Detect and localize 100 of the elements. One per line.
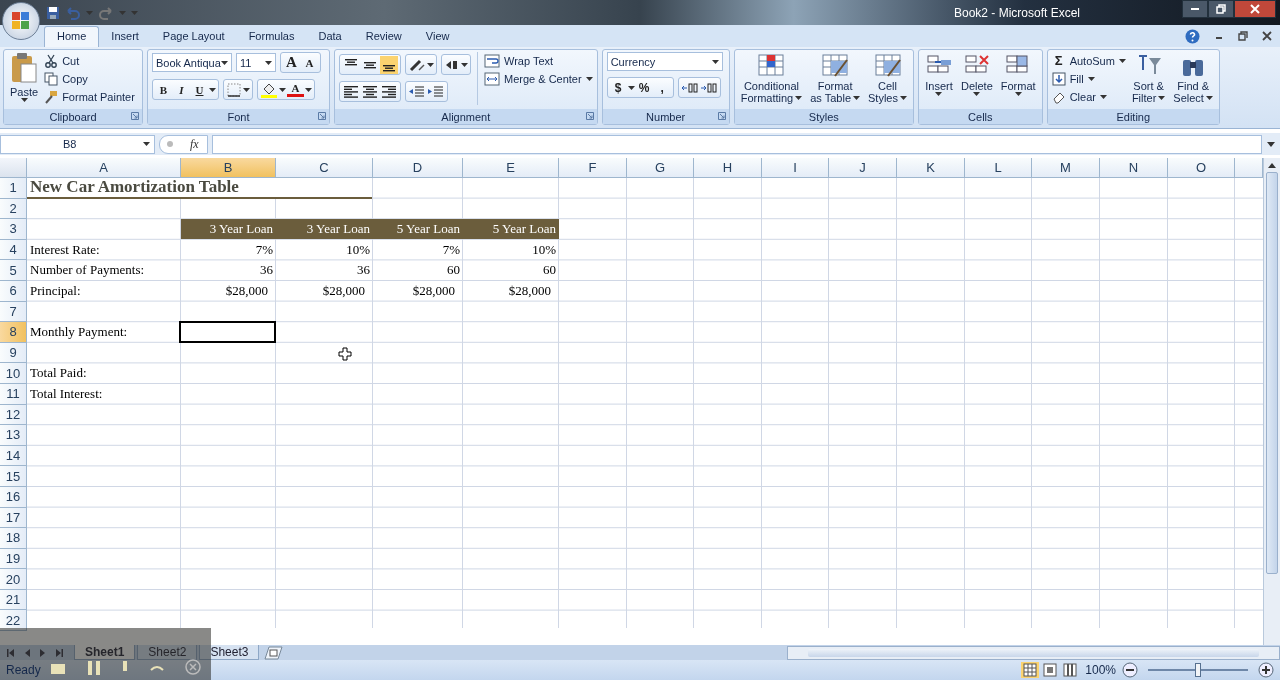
font-size-field[interactable]: 11 bbox=[236, 53, 276, 72]
copy-button[interactable]: Copy bbox=[44, 70, 135, 87]
column-header[interactable]: D bbox=[373, 158, 463, 178]
column-header[interactable]: H bbox=[694, 158, 762, 178]
currency-button[interactable]: $ bbox=[609, 79, 627, 96]
dialog-launcher-icon[interactable] bbox=[717, 112, 726, 120]
active-cell[interactable] bbox=[179, 321, 276, 343]
dialog-launcher-icon[interactable] bbox=[131, 112, 139, 120]
fill-color-icon[interactable] bbox=[260, 81, 278, 98]
dialog-launcher-icon[interactable] bbox=[318, 112, 326, 120]
page-break-view-icon[interactable] bbox=[1061, 662, 1080, 678]
column-header[interactable]: E bbox=[463, 158, 559, 178]
office-button[interactable] bbox=[2, 2, 40, 40]
column-header[interactable]: B bbox=[181, 158, 276, 178]
column-header[interactable]: A bbox=[27, 158, 181, 178]
ribbon-tab[interactable]: Review bbox=[353, 26, 414, 47]
cut-button[interactable]: Cut bbox=[44, 52, 135, 69]
close-circle-icon[interactable] bbox=[183, 658, 202, 676]
row-header[interactable]: 7 bbox=[0, 301, 27, 323]
column-header[interactable]: G bbox=[627, 158, 694, 178]
row-header[interactable]: 2 bbox=[0, 198, 27, 220]
column-header[interactable]: F bbox=[559, 158, 627, 178]
font-name-field[interactable]: Book Antiqua bbox=[152, 53, 232, 72]
bold-button[interactable]: B bbox=[155, 81, 172, 98]
decrease-indent-icon[interactable] bbox=[408, 83, 426, 100]
cell-styles-button[interactable]: Cell Styles bbox=[866, 52, 909, 104]
row-header[interactable]: 5 bbox=[0, 260, 27, 281]
ribbon-tab[interactable]: Formulas bbox=[236, 26, 307, 47]
autosum-button[interactable]: Σ AutoSum bbox=[1051, 52, 1126, 69]
sheet-tab[interactable]: Sheet1 bbox=[74, 645, 136, 660]
vertical-scrollbar[interactable] bbox=[1263, 158, 1280, 645]
row-header[interactable]: 17 bbox=[0, 507, 27, 529]
find-select-button[interactable]: Find & Select bbox=[1171, 52, 1215, 104]
clear-button[interactable]: Clear bbox=[1051, 88, 1126, 105]
save-icon[interactable] bbox=[46, 5, 60, 20]
paste-button[interactable]: Paste bbox=[8, 52, 41, 102]
row-header[interactable]: 1 bbox=[0, 178, 27, 199]
scroll-thumb[interactable] bbox=[808, 648, 1259, 657]
ribbon-tab[interactable]: Page Layout bbox=[150, 26, 237, 47]
row-header[interactable]: 18 bbox=[0, 528, 27, 549]
row-header[interactable]: 4 bbox=[0, 239, 27, 261]
format-as-table-button[interactable]: Format as Table bbox=[808, 52, 862, 104]
increase-indent-icon[interactable] bbox=[427, 83, 445, 100]
comma-button[interactable]: , bbox=[653, 79, 671, 96]
format-painter-button[interactable]: Format Painter bbox=[44, 88, 135, 105]
sheet-tab[interactable]: Sheet3 bbox=[199, 645, 260, 660]
delete-cells-button[interactable]: Delete bbox=[959, 52, 995, 96]
ribbon-tab[interactable]: Data bbox=[306, 26, 354, 47]
horizontal-scrollbar[interactable] bbox=[787, 645, 1280, 660]
help-icon[interactable] bbox=[1185, 28, 1200, 44]
sort-filter-button[interactable]: Sort & Filter bbox=[1129, 52, 1168, 104]
zoom-level[interactable]: 100% bbox=[1085, 663, 1116, 677]
conditional-formatting-button[interactable]: Conditional Formatting bbox=[738, 52, 805, 104]
merge-center-button[interactable]: Merge & Center bbox=[484, 70, 593, 87]
percent-button[interactable]: % bbox=[635, 79, 653, 96]
close-button[interactable] bbox=[1234, 0, 1276, 18]
first-sheet-icon[interactable] bbox=[6, 647, 16, 658]
sheet-tab[interactable]: Sheet2 bbox=[137, 645, 198, 660]
row-header[interactable]: 10 bbox=[0, 363, 27, 384]
column-header[interactable]: C bbox=[276, 158, 373, 178]
close-icon[interactable] bbox=[1262, 31, 1272, 41]
ribbon-tab[interactable]: View bbox=[413, 26, 462, 47]
last-sheet-icon[interactable] bbox=[54, 647, 64, 658]
row-header[interactable]: 19 bbox=[0, 548, 27, 570]
format-cells-button[interactable]: Format bbox=[998, 52, 1038, 96]
normal-view-icon[interactable] bbox=[1021, 662, 1040, 678]
row-header[interactable]: 22 bbox=[0, 610, 27, 632]
row-header[interactable]: 6 bbox=[0, 280, 27, 302]
align-center-icon[interactable] bbox=[361, 83, 379, 100]
wrap-text-button[interactable]: Wrap Text bbox=[484, 52, 593, 69]
shrink-font-button[interactable]: A bbox=[301, 54, 318, 71]
align-left-icon[interactable] bbox=[342, 83, 360, 100]
expand-icon[interactable] bbox=[1266, 139, 1276, 149]
fill-button[interactable]: Fill bbox=[1051, 70, 1126, 87]
row-header[interactable]: 8 bbox=[0, 322, 27, 343]
insert-function-button[interactable]: fx bbox=[190, 136, 199, 152]
row-header[interactable]: 14 bbox=[0, 445, 27, 467]
dialog-launcher-icon[interactable] bbox=[585, 112, 594, 120]
ribbon-tab[interactable]: Home bbox=[44, 26, 100, 47]
grow-font-button[interactable]: A bbox=[283, 54, 300, 71]
stop-icon[interactable] bbox=[49, 662, 68, 676]
zoom-out-icon[interactable] bbox=[1122, 662, 1138, 678]
zoom-in-icon[interactable] bbox=[1258, 662, 1274, 678]
align-right-icon[interactable] bbox=[380, 83, 398, 100]
row-header[interactable]: 20 bbox=[0, 569, 27, 590]
row-header[interactable]: 3 bbox=[0, 219, 27, 240]
column-header[interactable]: I bbox=[762, 158, 829, 178]
restore-icon[interactable] bbox=[1238, 31, 1248, 41]
column-header[interactable]: M bbox=[1032, 158, 1100, 178]
font-color-button[interactable]: A bbox=[287, 82, 304, 97]
scroll-thumb[interactable] bbox=[1266, 172, 1278, 574]
insert-sheet-icon[interactable] bbox=[261, 645, 284, 660]
column-header[interactable]: L bbox=[965, 158, 1032, 178]
borders-icon[interactable] bbox=[226, 81, 242, 98]
italic-button[interactable]: I bbox=[173, 81, 190, 98]
row-header[interactable]: 21 bbox=[0, 589, 27, 611]
row-header[interactable]: 11 bbox=[0, 383, 27, 405]
minimize-button[interactable] bbox=[1182, 0, 1208, 18]
column-header[interactable]: J bbox=[829, 158, 897, 178]
insert-cells-button[interactable]: Insert bbox=[923, 52, 955, 96]
